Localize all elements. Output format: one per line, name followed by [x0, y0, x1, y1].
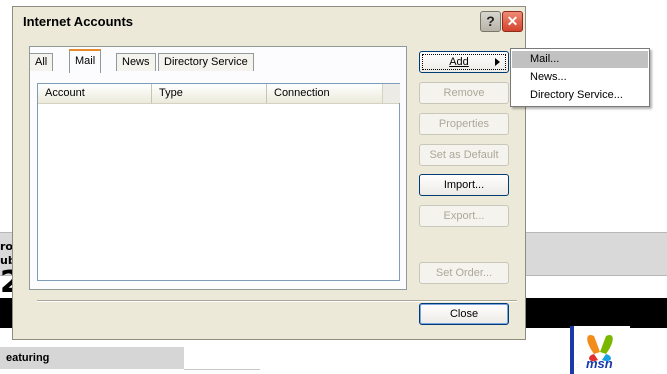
remove-button[interactable]: Remove	[419, 82, 509, 104]
set-as-default-button[interactable]: Set as Default	[419, 144, 509, 166]
close-window-button[interactable]: ✕	[502, 11, 523, 32]
close-button[interactable]: Close	[419, 303, 509, 325]
featuring-heading: eaturing	[0, 347, 184, 369]
add-menu: Mail... News... Directory Service...	[510, 48, 650, 107]
export-button[interactable]: Export...	[419, 205, 509, 227]
divider	[184, 369, 260, 370]
help-button[interactable]: ?	[480, 11, 501, 32]
arrow-right-icon	[495, 58, 500, 66]
msn-logo-text: msn	[586, 356, 613, 371]
divider	[37, 300, 517, 302]
title-bar[interactable]: Internet Accounts ? ✕	[14, 8, 524, 34]
internet-accounts-dialog: Internet Accounts ? ✕ All Mail News Dire…	[12, 6, 526, 340]
column-header-type[interactable]: Type	[151, 84, 266, 103]
list-scrollbar[interactable]	[382, 84, 400, 103]
tab-mail[interactable]: Mail	[69, 49, 102, 73]
list-header: Account Type Connection	[38, 84, 400, 104]
add-button-label: Add	[449, 56, 469, 68]
import-button[interactable]: Import...	[419, 174, 509, 196]
tab-news[interactable]: News	[116, 53, 156, 71]
menu-item-mail[interactable]: Mail...	[512, 51, 648, 68]
menu-item-directory-service[interactable]: Directory Service...	[512, 87, 648, 104]
properties-button[interactable]: Properties	[419, 113, 509, 135]
add-button[interactable]: Add	[419, 51, 509, 73]
msn-logo-bar	[570, 326, 574, 374]
menu-item-news[interactable]: News...	[512, 69, 648, 86]
accounts-list[interactable]: Account Type Connection	[37, 83, 400, 281]
set-order-button[interactable]: Set Order...	[419, 262, 509, 284]
column-header-connection[interactable]: Connection	[266, 84, 382, 103]
dialog-title: Internet Accounts	[23, 14, 134, 29]
tab-all[interactable]: All	[29, 53, 54, 71]
column-header-account[interactable]: Account	[38, 84, 151, 103]
tab-directory-service[interactable]: Directory Service	[158, 53, 254, 71]
